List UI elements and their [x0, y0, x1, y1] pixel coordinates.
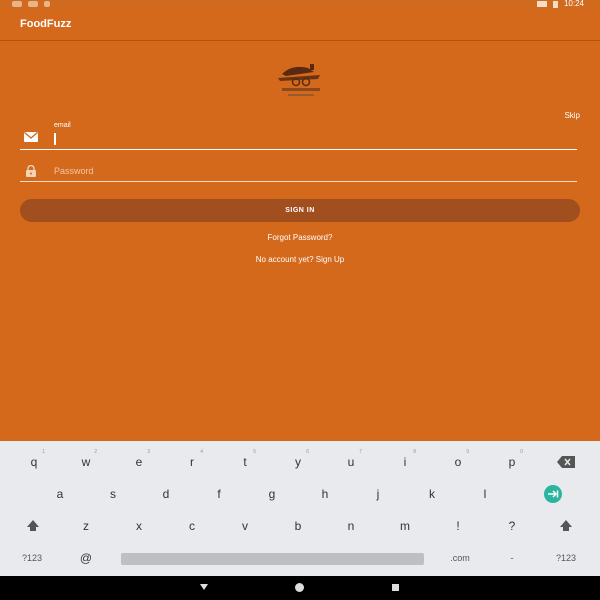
- key-0[interactable]: q1: [20, 449, 48, 474]
- key-k[interactable]: k: [418, 482, 446, 506]
- key-s[interactable]: s: [99, 482, 127, 506]
- enter-key[interactable]: [538, 482, 568, 506]
- key-d[interactable]: d: [152, 482, 180, 506]
- sign-up-link[interactable]: No account yet? Sign Up: [0, 255, 600, 264]
- key-hint: 1: [42, 449, 45, 455]
- key-label: o: [454, 455, 462, 469]
- symbols-key[interactable]: ?123: [18, 546, 46, 570]
- key-3[interactable]: v: [231, 514, 259, 538]
- shift-icon: [27, 520, 39, 531]
- navigation-bar: [0, 576, 600, 600]
- email-underline: [20, 148, 577, 150]
- key-0[interactable]: z: [72, 514, 100, 538]
- status-time: 10:24: [563, 0, 584, 8]
- text-cursor: [54, 133, 56, 145]
- app-bar: FoodFuzz: [0, 8, 600, 40]
- notification-icons: [12, 0, 50, 8]
- system-icons: 10:24: [536, 0, 584, 8]
- soft-keyboard: q1w2e3r4t5y6u7i8o9p0 asdfghjkl z x c v b n m!?…: [0, 441, 600, 576]
- key-8[interactable]: ?: [498, 514, 526, 538]
- key-hint: 7: [359, 449, 362, 455]
- key-label: p: [508, 455, 516, 469]
- key-hint: 5: [253, 449, 256, 455]
- dotcom-key[interactable]: .com: [442, 546, 478, 570]
- next-arrow-icon: [544, 485, 562, 503]
- key-label: y: [295, 455, 301, 469]
- key-6[interactable]: u7: [337, 449, 365, 474]
- key-5[interactable]: n: [337, 514, 365, 538]
- key-g[interactable]: g: [258, 482, 286, 506]
- key-9[interactable]: p0: [498, 449, 526, 474]
- keyboard-row-3: z x c v b n m!?: [0, 514, 600, 540]
- key-h[interactable]: h: [311, 482, 339, 506]
- key-label: u: [347, 455, 355, 469]
- sd-card-icon: [44, 1, 50, 7]
- key-label: t: [243, 455, 247, 469]
- password-underline: [20, 181, 577, 182]
- envelope-icon: [24, 132, 38, 142]
- backspace-key[interactable]: [552, 450, 580, 474]
- key-5[interactable]: y6: [284, 449, 312, 474]
- shift-key-left[interactable]: [19, 514, 47, 538]
- key-6[interactable]: m: [391, 514, 419, 538]
- keyboard-row-1: q1w2e3r4t5y6u7i8o9p0: [0, 449, 600, 476]
- home-icon[interactable]: [295, 583, 304, 592]
- key-2[interactable]: c: [178, 514, 206, 538]
- key-f[interactable]: f: [205, 482, 233, 506]
- shift-icon: [560, 520, 572, 531]
- key-a[interactable]: a: [46, 482, 74, 506]
- notification-icon: [28, 1, 38, 7]
- lock-icon: [26, 165, 36, 177]
- shift-key-right[interactable]: [552, 514, 580, 538]
- space-key[interactable]: [121, 553, 424, 565]
- key-label: e: [135, 455, 143, 469]
- key-hint: 0: [520, 449, 523, 455]
- key-l[interactable]: l: [471, 482, 499, 506]
- password-input[interactable]: [54, 164, 580, 178]
- key-3[interactable]: r4: [178, 449, 206, 474]
- forgot-password-link[interactable]: Forgot Password?: [0, 233, 600, 242]
- key-8[interactable]: o9: [444, 449, 472, 474]
- recent-apps-icon[interactable]: [392, 584, 399, 591]
- dash-key[interactable]: -: [498, 546, 526, 570]
- at-key[interactable]: @: [72, 546, 100, 570]
- signal-icon: [536, 1, 547, 7]
- email-input[interactable]: [54, 132, 580, 146]
- back-icon[interactable]: [200, 584, 208, 590]
- email-field: email: [20, 122, 580, 150]
- key-1[interactable]: x: [125, 514, 153, 538]
- email-label: email: [54, 122, 71, 129]
- key-label: q: [30, 455, 38, 469]
- key-7[interactable]: !: [444, 514, 472, 538]
- symbols-key-right[interactable]: ?123: [552, 546, 580, 570]
- status-bar: 10:24: [0, 0, 600, 8]
- keyboard-row-4: ?123 @ .com - ?123: [0, 546, 600, 572]
- key-hint: 6: [306, 449, 309, 455]
- restaurant-logo: [278, 64, 320, 96]
- battery-icon: [552, 0, 558, 8]
- backspace-icon: [557, 456, 575, 468]
- key-hint: 9: [466, 449, 469, 455]
- key-hint: 4: [200, 449, 203, 455]
- key-hint: 3: [147, 449, 150, 455]
- key-label: r: [190, 455, 194, 469]
- key-label: w: [81, 455, 91, 469]
- skip-link[interactable]: Skip: [564, 111, 580, 120]
- key-4[interactable]: t5: [231, 449, 259, 474]
- notification-icon: [12, 1, 22, 7]
- password-field: [20, 160, 580, 182]
- key-label: i: [403, 455, 407, 469]
- key-j[interactable]: j: [364, 482, 392, 506]
- key-4[interactable]: b: [284, 514, 312, 538]
- keyboard-row-2: asdfghjkl: [0, 482, 600, 508]
- key-hint: 2: [94, 449, 97, 455]
- key-7[interactable]: i8: [391, 449, 419, 474]
- key-2[interactable]: e3: [125, 449, 153, 474]
- key-1[interactable]: w2: [72, 449, 100, 474]
- key-hint: 8: [413, 449, 416, 455]
- sign-in-button[interactable]: SIGN IN: [20, 199, 580, 222]
- app-title: FoodFuzz: [20, 18, 72, 30]
